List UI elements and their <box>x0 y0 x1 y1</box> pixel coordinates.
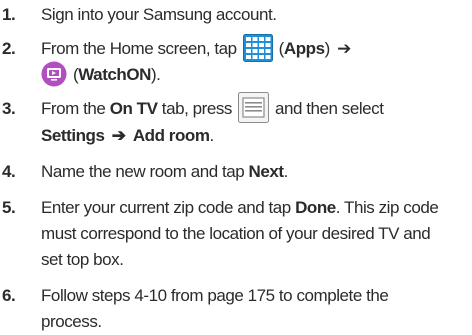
step-3-line-2: Settings ➔ Add room. <box>0 123 472 149</box>
step-3: 3. From the On TV tab, press and then se… <box>0 91 472 123</box>
step-6-line-2: process. <box>41 311 102 331</box>
on-tv-tab-label: On TV <box>109 99 158 118</box>
apps-label: Apps <box>283 39 325 58</box>
step-2-line-2: (WatchON). <box>0 61 472 88</box>
done-label: Done <box>295 197 336 217</box>
step-text: From the Home screen, tap <box>41 39 237 58</box>
right-arrow-icon: ➔ <box>111 125 126 145</box>
step-number: 3. <box>2 99 16 118</box>
step-5: 5. Enter your current zip code and tap D… <box>0 195 472 221</box>
settings-label: Settings <box>41 125 105 145</box>
step-6: 6. Follow steps 4-10 from page 175 to co… <box>0 283 472 309</box>
step-number: 5. <box>2 197 16 217</box>
step-text: Sign into your Samsung account. <box>41 5 277 24</box>
watchon-label: WatchON <box>78 65 151 84</box>
step-number: 6. <box>2 285 16 305</box>
instruction-steps: 1. Sign into your Samsung account. 2. Fr… <box>0 2 472 335</box>
add-room-label: Add room <box>132 125 210 145</box>
step-5-line-2: must correspond to the location of your … <box>41 223 431 243</box>
next-label: Next <box>248 161 285 181</box>
apps-grid-icon <box>242 33 273 62</box>
step-5-line-3: set top box. <box>41 249 124 269</box>
step-2: 2. From the Home screen, tap (Apps) ➔ <box>0 33 472 62</box>
step-number: 4. <box>2 161 16 181</box>
step-4: 4. Name the new room and tap Next. <box>0 159 472 185</box>
step-number: 2. <box>2 39 16 58</box>
watchon-tv-icon <box>41 61 67 87</box>
step-number: 1. <box>2 5 16 24</box>
menu-key-icon <box>237 91 269 123</box>
step-1: 1. Sign into your Samsung account. <box>0 2 472 28</box>
right-arrow-icon: ➔ <box>337 39 351 58</box>
